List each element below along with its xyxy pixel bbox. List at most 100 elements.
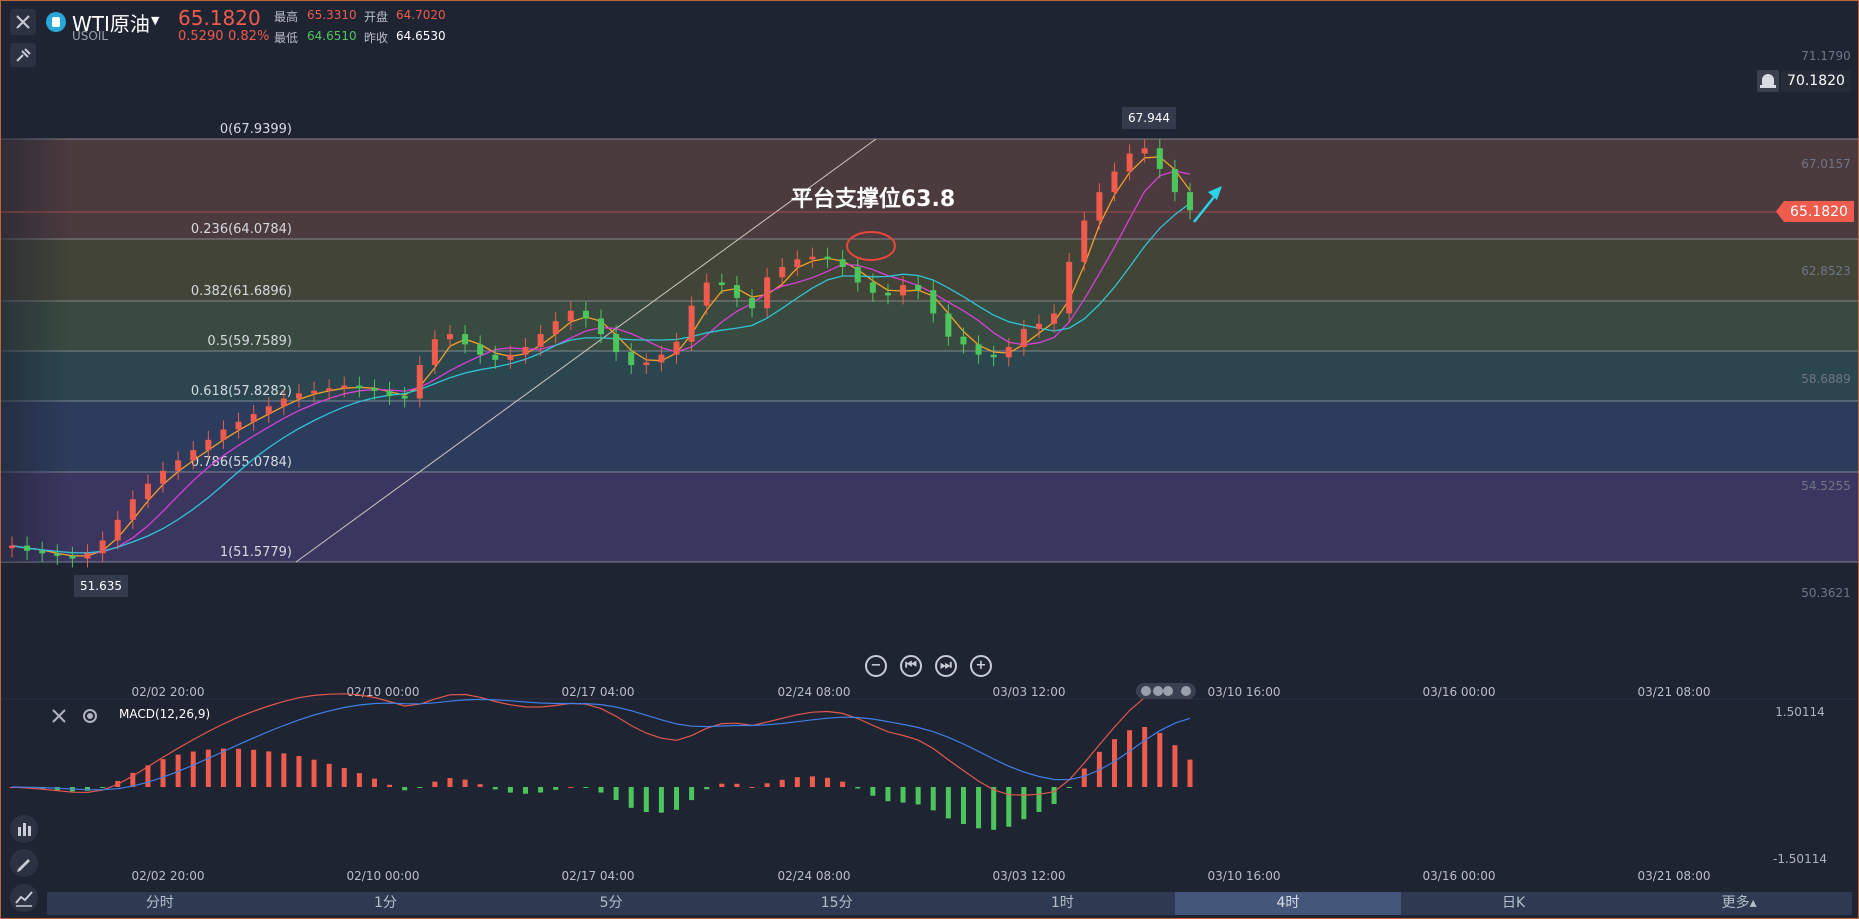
candle-body — [643, 362, 650, 366]
macd-bar — [1081, 768, 1087, 787]
candle-body — [220, 429, 227, 440]
candle-body — [990, 354, 997, 358]
pencil-icon[interactable] — [10, 849, 38, 877]
candle-body — [69, 555, 76, 559]
macd-bar — [432, 781, 438, 787]
candle-body — [809, 256, 816, 260]
candle-body — [54, 553, 61, 556]
symbol-code: USOIL — [72, 29, 109, 43]
macd-label: MACD(12,26,9) — [119, 707, 211, 721]
compare-icon[interactable] — [10, 884, 38, 912]
timeframe-tab[interactable]: 分时 — [47, 892, 273, 915]
indicator-icon[interactable] — [10, 815, 38, 843]
candle-body — [1035, 323, 1042, 329]
zoom-out-icon[interactable]: − — [865, 655, 887, 677]
timeframe-tab[interactable]: 15分 — [724, 892, 950, 915]
candle-body — [386, 390, 393, 396]
macd-bar — [991, 787, 997, 830]
low-value: 64.6510 — [307, 29, 357, 43]
macd-bar — [1051, 787, 1057, 804]
candle-body — [235, 421, 242, 430]
candle-body — [356, 385, 363, 389]
macd-bar — [251, 749, 257, 787]
candle-body — [537, 334, 544, 347]
macd-bar — [100, 787, 106, 788]
time-tick-label: 02/17 04:00 — [562, 685, 635, 699]
timeframe-tab[interactable]: 1分 — [273, 892, 499, 915]
macd-bar — [477, 784, 483, 787]
price-tick-label: 50.3621 — [1801, 586, 1851, 600]
timeframe-tab[interactable]: 1时 — [950, 892, 1176, 915]
time-tick-label: 03/10 16:00 — [1208, 869, 1281, 883]
candle-body — [265, 406, 272, 415]
time-tick-label: 02/24 08:00 — [778, 869, 851, 883]
price-tick-label: 62.8523 — [1801, 264, 1851, 278]
time-tick-label: 02/24 08:00 — [778, 685, 851, 699]
macd-bar — [522, 787, 528, 794]
high-marker-label: 67.944 — [1128, 111, 1170, 125]
macd-bar — [840, 781, 846, 787]
macd-bar — [462, 779, 468, 787]
macd-bar — [1157, 733, 1163, 787]
candle-body — [960, 336, 967, 345]
settings-icon[interactable] — [83, 709, 97, 723]
candle-body — [341, 385, 348, 389]
timeframe-bar: 分时 1分 5分 15分 1时 4时 日K 更多▴ — [47, 892, 1852, 915]
macd-bar — [658, 787, 664, 813]
macd-bar — [855, 787, 861, 789]
time-tick-label: 03/03 12:00 — [993, 869, 1066, 883]
candle-body — [628, 352, 635, 366]
macd-axis-top: 1.50114 — [1775, 705, 1825, 719]
fib-level-label: 1(51.5779) — [220, 545, 292, 560]
timeframe-tab[interactable]: 日K — [1401, 892, 1627, 915]
candle-body — [280, 398, 287, 407]
candle-body — [1187, 192, 1193, 211]
close-icon[interactable] — [51, 708, 67, 724]
chevron-down-icon[interactable]: ▼ — [151, 14, 159, 27]
candle-body — [1020, 328, 1027, 347]
timeframe-tab[interactable]: 更多▴ — [1626, 892, 1852, 915]
jump-start-icon[interactable]: ⏮ — [900, 655, 922, 677]
zoom-in-icon[interactable]: + — [970, 655, 992, 677]
candle-body — [839, 259, 846, 267]
macd-bar — [1142, 727, 1148, 787]
timeframe-tab[interactable]: 4时 — [1175, 892, 1401, 915]
candle-body — [749, 297, 756, 309]
candle-body — [39, 550, 46, 554]
candle-body — [1126, 153, 1133, 172]
candle-body — [129, 499, 136, 520]
pane-resize-handle[interactable] — [1136, 683, 1196, 699]
macd-bar — [794, 777, 800, 787]
macd-axis-bottom: -1.50114 — [1773, 852, 1827, 866]
candle-body — [416, 365, 423, 399]
pin-button[interactable] — [10, 43, 36, 67]
macd-bar — [628, 787, 634, 808]
close-button[interactable] — [10, 9, 36, 35]
candle-body — [915, 285, 922, 291]
price-tick-label: 67.0157 — [1801, 157, 1851, 171]
left-fade — [0, 138, 70, 562]
candle-body — [703, 282, 710, 306]
timeframe-tab[interactable]: 5分 — [498, 892, 724, 915]
high-label: 最高 — [274, 10, 299, 24]
headline-annotation: 平台支撑位63.8 — [791, 186, 955, 212]
open-value: 64.7020 — [396, 8, 446, 22]
chart-canvas[interactable]: 0(67.9399) 0.236(64.0784) 0.382(61.6896) 0.… — [0, 0, 1859, 919]
candle-body — [492, 354, 499, 360]
jump-end-icon[interactable]: ⏭ — [935, 655, 957, 677]
time-tick-label: 03/21 08:00 — [1638, 869, 1711, 883]
macd-bar — [764, 783, 770, 787]
macd-bar — [356, 773, 362, 787]
candle-body — [462, 334, 469, 345]
macd-bar — [553, 787, 559, 790]
alert-price[interactable]: 70.1820 — [1781, 70, 1851, 92]
macd-bar — [417, 787, 423, 788]
macd-bar — [145, 765, 151, 787]
time-tick-label: 02/02 20:00 — [132, 869, 205, 883]
candle-body — [1081, 220, 1088, 262]
candle-body — [869, 282, 876, 293]
candle-body — [975, 344, 982, 355]
fib-level-label: 0(67.9399) — [220, 122, 292, 137]
bell-icon[interactable] — [1757, 70, 1779, 92]
fib-level-label: 0.236(64.0784) — [191, 222, 292, 237]
